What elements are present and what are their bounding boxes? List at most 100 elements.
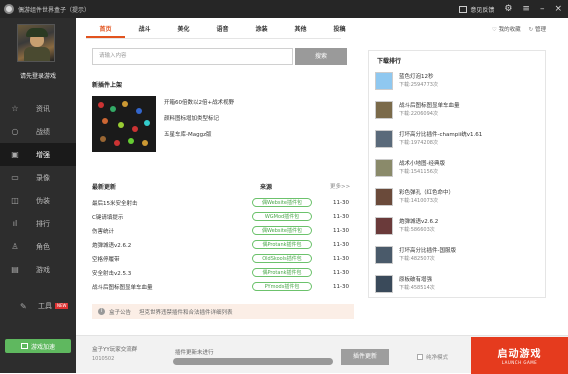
gear-icon[interactable]: ⚙ (504, 4, 512, 14)
plugin-name[interactable]: C键请填提示 (92, 213, 252, 221)
plugin-name[interactable]: 炮弹城语v2.6.2 (399, 218, 438, 226)
close-button[interactable]: × (554, 4, 562, 14)
update-row[interactable]: 伤害统计 偶Website插件包 11-30 (92, 224, 355, 237)
tab[interactable]: 美化 (164, 24, 203, 38)
search-input[interactable]: 请输入内容 (92, 48, 293, 65)
sidebar-item-tools[interactable]: ✎ 工具 NEW (0, 299, 76, 313)
tools-label: 工具 (38, 302, 52, 310)
update-row[interactable]: 最后15米安全射击 偶Website插件包 11-30 (92, 196, 355, 209)
plugin-name[interactable]: 原板破有增强 (399, 276, 435, 284)
featured-title: 新插件上架 (92, 82, 123, 89)
tab[interactable]: 语音 (203, 24, 242, 38)
tab[interactable]: 其他 (281, 24, 320, 38)
plugin-name[interactable]: 炮弹城语v2.6.2 (92, 241, 252, 249)
minimize-button[interactable]: – (540, 4, 545, 14)
featured-item[interactable]: 五星车库-Maggz版 (164, 130, 211, 138)
community-group-label[interactable]: 盒子YY玩家交流群 (92, 346, 137, 355)
plugin-name[interactable]: 打坏高分比插件-国服版 (399, 247, 456, 255)
plugin-update-button[interactable]: 插件更新 (341, 349, 389, 365)
source-badge[interactable]: 偶Protank插件包 (252, 268, 312, 277)
sidebar-item[interactable]: ☆ 资讯 (0, 97, 76, 120)
plugin-thumbnail[interactable] (375, 159, 393, 177)
plugin-name[interactable]: 安全射击v2.5.3 (92, 269, 252, 277)
menu-icon[interactable]: ≡ (522, 4, 530, 14)
plugin-thumbnail[interactable] (375, 275, 393, 293)
plugin-thumbnail[interactable] (375, 246, 393, 264)
manage-link[interactable]: ↻ 管理 (529, 25, 546, 33)
sidebar-item[interactable]: ▤ 游戏 (0, 258, 76, 281)
download-rank-item[interactable]: 炮弹城语v2.6.2 下载:586603次 (374, 212, 544, 240)
avatar[interactable] (17, 24, 55, 62)
plugin-name[interactable]: 空格停履带 (92, 255, 252, 263)
plugin-name[interactable]: 战术小地图-经典版 (399, 160, 445, 168)
source-badge[interactable]: 偶Website插件包 (252, 226, 312, 235)
game-speed-button[interactable]: 游戏加速 (5, 339, 71, 353)
mask-icon: ◫ (11, 195, 19, 205)
feedback-button[interactable]: 意见反馈 (459, 5, 494, 14)
plugin-thumbnail[interactable] (375, 130, 393, 148)
favorites-label: 我的收藏 (498, 27, 521, 33)
plugin-name[interactable]: 战斗后图标图显单车血量 (92, 283, 252, 291)
plugin-name[interactable]: 战斗后图标图显单车血量 (399, 102, 460, 110)
tab[interactable]: 涂装 (242, 24, 281, 38)
download-count: 下载:482507次 (399, 256, 435, 262)
search-button[interactable]: 搜索 (295, 48, 347, 65)
tab[interactable]: 投稿 (320, 24, 359, 38)
sidebar-item-label: 游戏 (36, 265, 50, 274)
sidebar-item[interactable]: ▭ 录像 (0, 166, 76, 189)
sidebar-item[interactable]: ıl 排行 (0, 212, 76, 235)
source-badge[interactable]: 偶Protank插件包 (252, 240, 312, 249)
plugin-name[interactable]: 蓝色灯泡12秒 (399, 73, 438, 81)
update-date: 11-30 (333, 227, 349, 234)
download-count: 下载:2594773次 (399, 82, 438, 88)
sidebar-item[interactable]: ♙ 角色 (0, 235, 76, 258)
tab[interactable]: 首页 (86, 24, 125, 38)
featured-thumbnail[interactable] (92, 96, 156, 152)
plugin-thumbnail[interactable] (375, 188, 393, 206)
plugin-thumbnail[interactable] (375, 217, 393, 235)
star-icon: ☆ (11, 103, 19, 113)
login-link[interactable]: 请先登录游戏 (0, 71, 76, 80)
download-rank-item[interactable]: 战术小地图-经典版 下载:1541156次 (374, 154, 544, 182)
favorites-link[interactable]: ♡ 我的收藏 (492, 25, 521, 33)
download-rank-item[interactable]: 打坏高分比插件-国服版 下载:482507次 (374, 241, 544, 269)
plugin-name[interactable]: 彩色弹孔（红色命中） (399, 189, 454, 197)
download-count: 下载:458514次 (399, 285, 435, 291)
update-row[interactable]: 安全射击v2.5.3 偶Protank插件包 11-30 (92, 266, 355, 279)
search-icon: ○ (11, 126, 19, 136)
source-badge[interactable]: 偶Website插件包 (252, 198, 312, 207)
download-rank-item[interactable]: 原板破有增强 下载:458514次 (374, 270, 544, 298)
source-badge[interactable]: WGMod插件包 (252, 212, 312, 221)
tab[interactable]: 战斗 (125, 24, 164, 38)
source-badge[interactable]: OldSkools插件包 (252, 254, 312, 263)
plugin-thumbnail[interactable] (375, 101, 393, 119)
source-column-header: 来源 (260, 184, 273, 191)
download-rank-item[interactable]: 战斗后图标图显单车血量 下载:2206094次 (374, 96, 544, 124)
launch-game-button[interactable]: 启动游戏 LAUNCH GAME (471, 337, 568, 374)
featured-item[interactable]: 开箱60倍数以2倍+战术视野 (164, 98, 234, 106)
featured-item[interactable]: 颜料图标增加类型标记 (164, 114, 219, 122)
sidebar-item[interactable]: ○ 战绩 (0, 120, 76, 143)
update-row[interactable]: 战斗后图标图显单车血量 PYmods插件包 11-30 (92, 280, 355, 293)
source-badge[interactable]: PYmods插件包 (252, 282, 312, 291)
pure-mode-checkbox[interactable]: 纯净模式 (417, 353, 448, 361)
plugin-name[interactable]: 打坏高分比插件-champii统v1.61 (399, 131, 482, 139)
more-link[interactable]: 更多>> (330, 182, 350, 190)
download-ranking-panel: 下载排行 蓝色灯泡12秒 下载:2594773次 战斗后图标图显单车血量 下载:220… (368, 50, 546, 298)
download-rank-item[interactable]: 打坏高分比插件-champii统v1.61 下载:1974208次 (374, 125, 544, 153)
update-row[interactable]: 炮弹城语v2.6.2 偶Protank插件包 11-30 (92, 238, 355, 251)
update-date: 11-30 (333, 255, 349, 262)
sidebar-item[interactable]: ▣ 增强 (0, 143, 76, 166)
update-row[interactable]: 空格停履带 OldSkools插件包 11-30 (92, 252, 355, 265)
sidebar-item[interactable]: ◫ 伪装 (0, 189, 76, 212)
main-content: 首页 战斗 美化 语音 涂装 其他 投稿 ♡ 我的收藏 ↻ 管理 请输入内容 搜索 新插件上… (76, 18, 568, 373)
download-rank-item[interactable]: 蓝色灯泡12秒 下载:2594773次 (374, 67, 544, 95)
update-row[interactable]: C键请填提示 WGMod插件包 11-30 (92, 210, 355, 223)
plugin-name[interactable]: 伤害统计 (92, 227, 252, 235)
download-rank-item[interactable]: 彩色弹孔（红色命中） 下载:1410073次 (374, 183, 544, 211)
plugin-name[interactable]: 最后15米安全射击 (92, 199, 252, 207)
plugin-thumbnail[interactable] (375, 72, 393, 90)
sidebar: 请先登录游戏 ☆ 资讯 ○ 战绩 ▣ 增强 ▭ 录像 ◫ 伪装 ıl 排行 ♙ 角色 ▤ 游戏 ✎ 工具 NE… (0, 18, 76, 373)
notice-text[interactable]: 坦克世界违禁插件和合法插件详细列表 (139, 308, 233, 316)
update-progress-bar (173, 358, 333, 365)
